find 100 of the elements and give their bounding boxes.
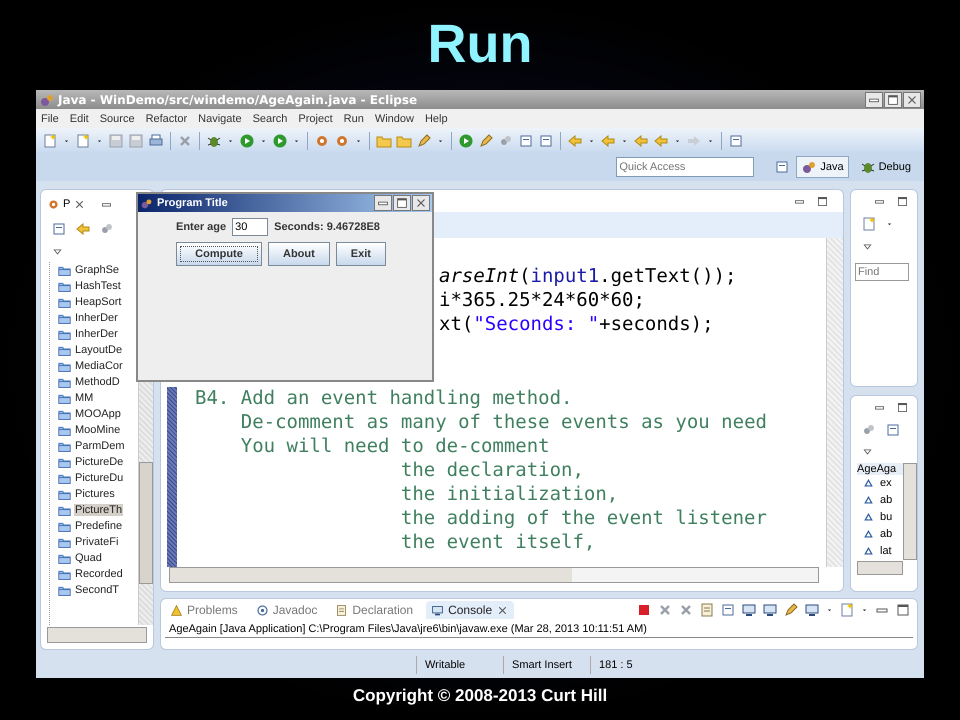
horizontal-scrollbar[interactable] bbox=[857, 560, 903, 574]
console-tab[interactable]: Javadoc bbox=[250, 601, 322, 619]
workspace-folder[interactable]: PictureTh bbox=[74, 504, 124, 516]
workspace-folder[interactable]: LayoutDe bbox=[74, 344, 124, 356]
outline-item[interactable]: bu bbox=[880, 511, 892, 523]
field-icon bbox=[862, 528, 875, 540]
menu-item[interactable]: Refactor bbox=[146, 112, 188, 124]
new-file-icon[interactable] bbox=[42, 132, 58, 148]
age-label: Enter age bbox=[176, 221, 226, 233]
workspace-folder[interactable]: Predefine bbox=[74, 520, 124, 532]
vertical-scrollbar[interactable] bbox=[826, 238, 843, 567]
close-icon[interactable] bbox=[412, 195, 430, 211]
console-output: AgeAgain [Java Application] C:\Program Files\Java\jre6\bin\javaw.exe (Mar 28, 2013 10:11:51 AM) bbox=[165, 621, 913, 638]
comment-line: the adding of the event listener bbox=[400, 506, 767, 530]
field-icon bbox=[862, 544, 875, 558]
view-tab[interactable]: P bbox=[47, 198, 86, 210]
workspace-folder[interactable]: MooMine bbox=[74, 424, 122, 436]
new-item-icon[interactable] bbox=[75, 132, 91, 148]
workspace-folder[interactable]: MethodD bbox=[74, 376, 121, 388]
run-icon[interactable] bbox=[239, 132, 255, 148]
outline-item[interactable]: ex bbox=[880, 477, 892, 489]
comment-line: You will need to de-comment bbox=[240, 434, 550, 458]
left-arrow-icon[interactable] bbox=[653, 132, 669, 148]
workspace-folder[interactable]: HashTest bbox=[74, 280, 122, 292]
print-icon[interactable] bbox=[148, 132, 164, 148]
maximize-icon[interactable] bbox=[895, 602, 911, 618]
minimize-icon[interactable] bbox=[865, 92, 883, 108]
menu-item[interactable]: Run bbox=[344, 112, 364, 124]
close-icon[interactable] bbox=[903, 92, 921, 108]
workspace-folder[interactable]: MediaCor bbox=[74, 360, 124, 372]
dialog-button[interactable]: Compute bbox=[176, 242, 262, 266]
code-line: xt("Seconds: "+seconds); bbox=[438, 312, 714, 336]
outline-item[interactable]: lat bbox=[880, 545, 892, 557]
workspace-folder[interactable]: PictureDe bbox=[74, 456, 124, 468]
age-input[interactable]: 30 bbox=[232, 218, 268, 236]
dialog-button[interactable]: Exit bbox=[336, 242, 386, 266]
maximize-icon[interactable] bbox=[896, 195, 909, 208]
menu-item[interactable]: File bbox=[41, 112, 59, 124]
copyright-text: Copyright © 2008-2013 Curt Hill bbox=[352, 686, 608, 706]
workspace-folder[interactable]: PictureDu bbox=[74, 472, 124, 484]
menu-item[interactable]: Project bbox=[298, 112, 333, 124]
console-tab[interactable]: Problems bbox=[165, 601, 243, 619]
workspace-folder[interactable]: InherDer bbox=[74, 312, 119, 324]
workspace-folder[interactable]: InherDer bbox=[74, 328, 119, 340]
maximize-icon[interactable] bbox=[393, 195, 411, 211]
status-item: 181 : 5 bbox=[590, 656, 677, 674]
workspace-folder[interactable]: Pictures bbox=[74, 488, 116, 500]
maximize-icon[interactable] bbox=[884, 92, 902, 108]
pencil-icon[interactable] bbox=[416, 132, 432, 148]
status-item: Smart Insert bbox=[503, 656, 590, 674]
menu-item[interactable]: Edit bbox=[70, 112, 89, 124]
find-field[interactable]: Find bbox=[855, 263, 909, 281]
save-icon[interactable] bbox=[108, 132, 124, 148]
console-tab[interactable]: Declaration bbox=[330, 601, 418, 619]
workspace-folder[interactable]: ParmDem bbox=[74, 440, 126, 452]
workspace-folder[interactable]: HeapSort bbox=[74, 296, 122, 308]
menu-item[interactable]: Window bbox=[374, 112, 414, 124]
field-icon bbox=[862, 494, 875, 506]
view-tab-label[interactable]: P bbox=[63, 198, 70, 210]
outline-header: AgeAga bbox=[857, 462, 903, 474]
comment-line: the declaration, bbox=[400, 458, 584, 482]
menu-item[interactable]: Help bbox=[424, 112, 448, 124]
comment-line: the initialization, bbox=[400, 482, 618, 506]
horizontal-scrollbar[interactable] bbox=[169, 567, 819, 583]
outline-item[interactable]: ab bbox=[880, 494, 892, 506]
maximize-icon[interactable] bbox=[816, 194, 829, 208]
back-arrow-icon[interactable] bbox=[633, 132, 649, 148]
perspective-button[interactable]: Debug bbox=[854, 156, 916, 178]
new-task-icon[interactable] bbox=[861, 216, 877, 232]
workspace-folder[interactable]: MOOApp bbox=[74, 408, 122, 420]
workspace-folder[interactable]: GraphSe bbox=[74, 264, 120, 276]
workspace-folder[interactable]: PrivateFi bbox=[74, 536, 120, 548]
warning-icon bbox=[170, 604, 183, 616]
workspace-folder[interactable]: SecondT bbox=[74, 584, 120, 596]
menu-item[interactable]: Source bbox=[100, 112, 135, 124]
perspective-button[interactable]: Java bbox=[796, 156, 849, 178]
save-all-icon[interactable] bbox=[128, 132, 144, 148]
code-line: arseInt(input1.getText()); bbox=[438, 264, 736, 288]
code-line: i*365.25*24*60*60; bbox=[438, 288, 645, 312]
vertical-scrollbar[interactable] bbox=[903, 462, 917, 560]
horizontal-scrollbar[interactable] bbox=[47, 627, 147, 643]
workspace-folder[interactable]: Quad bbox=[74, 552, 103, 564]
show-output-icon[interactable] bbox=[741, 602, 757, 618]
workspace-folder[interactable]: MM bbox=[74, 392, 94, 404]
console-tab[interactable]: Console bbox=[426, 601, 514, 619]
dialog-title: Program Title bbox=[157, 197, 229, 209]
slide-title: Run bbox=[428, 13, 532, 76]
menu-item[interactable]: Search bbox=[252, 112, 288, 124]
quick-access-field[interactable]: Quick Access bbox=[616, 157, 754, 177]
seconds-result: Seconds: 9.46728E8 bbox=[274, 221, 380, 233]
workspace-folder[interactable]: Recorded bbox=[74, 568, 124, 580]
window-title: Java - WinDemo/src/windemo/AgeAgain.java - Eclipse bbox=[58, 92, 418, 106]
terminate-icon[interactable] bbox=[636, 602, 652, 618]
dialog-button[interactable]: About bbox=[268, 242, 330, 266]
field-icon bbox=[862, 476, 875, 490]
maximize-icon[interactable] bbox=[896, 400, 909, 414]
minimize-icon[interactable] bbox=[374, 195, 392, 211]
outline-item[interactable]: ab bbox=[880, 528, 892, 540]
java-cup-icon bbox=[140, 196, 153, 210]
menu-item[interactable]: Navigate bbox=[198, 112, 242, 124]
